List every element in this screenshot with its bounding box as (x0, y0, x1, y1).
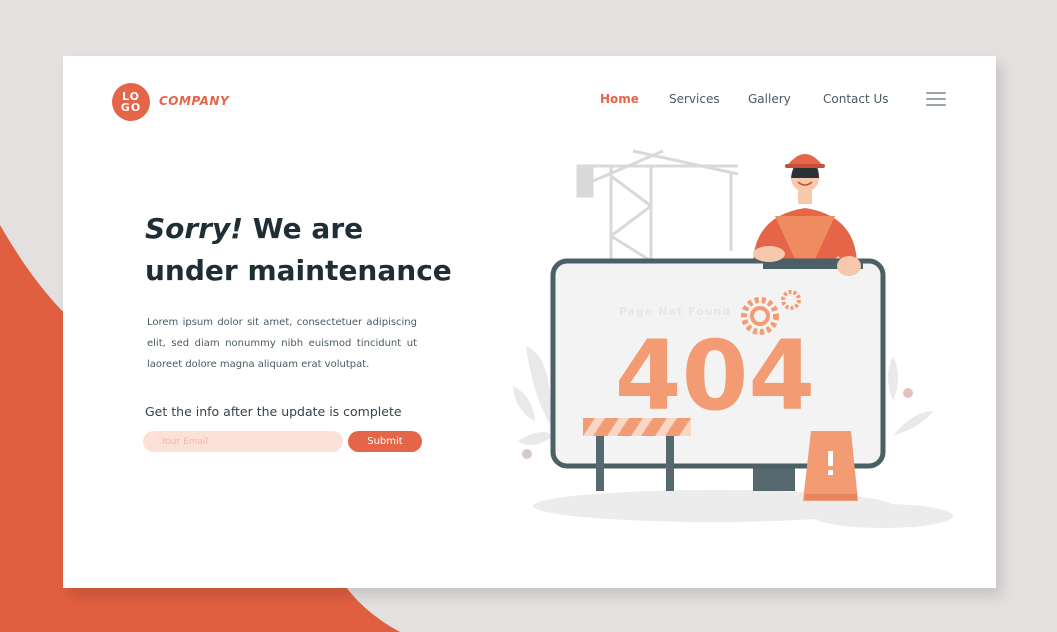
page-not-found-caption: Page Not Found (619, 305, 731, 318)
plant-left-decoration (513, 346, 553, 445)
maintenance-illustration: Page Not Found 404 (513, 149, 953, 528)
crane-decoration (576, 149, 739, 263)
landing-card: LOGO COMPANY Home Services Gallery Conta… (63, 56, 996, 588)
error-code-404: 404 (615, 320, 815, 432)
caution-sign-icon (803, 431, 858, 501)
